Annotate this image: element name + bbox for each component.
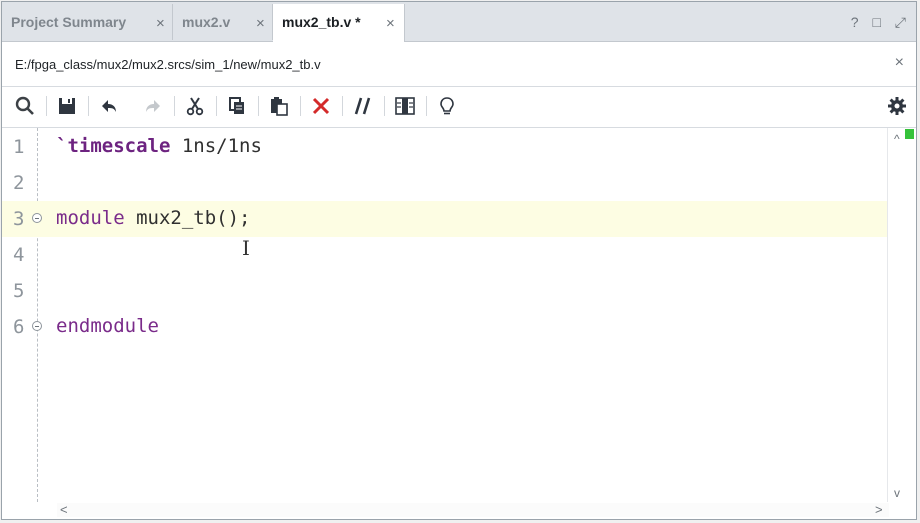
toolbar-separator [300,96,301,116]
file-path: E:/fpga_class/mux2/mux2.srcs/sim_1/new/m… [15,57,321,72]
scroll-down-icon[interactable]: v [894,486,900,500]
toolbar-separator [46,96,47,116]
toolbar-separator [426,96,427,116]
cut-icon[interactable] [184,95,206,117]
horizontal-scrollbar[interactable]: < > [2,502,916,519]
toolbar-separator [258,96,259,116]
fold-collapse-icon[interactable] [32,321,42,331]
window-controls: ? □ ⤢ [841,14,906,31]
code-line[interactable]: 4 [2,237,888,273]
tab-mux2[interactable]: mux2.v × [173,4,273,40]
toolbar-separator [216,96,217,116]
toolbar-separator [88,96,89,116]
scroll-up-icon[interactable]: ^ [894,132,900,146]
close-icon[interactable]: × [256,15,265,32]
line-number: 1 [13,136,25,158]
save-icon[interactable] [56,95,78,117]
line-number: 3 [13,208,25,230]
scroll-right-icon[interactable]: > [875,502,883,517]
copy-icon[interactable] [226,95,248,117]
toolbar-separator [342,96,343,116]
code-line[interactable]: 5 [2,273,888,309]
toolbar-separator [174,96,175,116]
code-line[interactable]: 2 [2,165,888,201]
change-marker [905,129,914,139]
code-keyword: endmodule [56,315,159,337]
fold-collapse-icon[interactable] [32,213,42,223]
search-icon[interactable] [14,95,36,117]
vertical-scrollbar[interactable]: ^ v [887,128,916,502]
tab-label: mux2.v [182,14,231,30]
file-path-bar: E:/fpga_class/mux2/mux2.srcs/sim_1/new/m… [2,42,916,87]
code-rest: mux2_tb(); [124,207,251,229]
tab-label: Project Summary [11,14,127,30]
code-text: endmodule [56,315,159,337]
comment-icon[interactable] [352,95,374,117]
toolbar [2,87,916,128]
redo-icon[interactable] [142,95,164,117]
code-text: module mux2_tb(); [56,207,250,229]
lightbulb-icon[interactable] [436,95,458,117]
line-number: 4 [13,244,25,266]
editor-window: Project Summary × mux2.v × mux2_tb.v * ×… [1,1,917,520]
restore-icon[interactable]: □ [872,14,880,30]
code-editor[interactable]: 1 `timescale 1ns/1ns 2 3 module mux2_tb(… [2,128,916,502]
maximize-icon[interactable]: ⤢ [895,14,906,30]
settings-icon[interactable] [886,95,908,117]
code-tick: ` [56,135,68,157]
code-line[interactable]: 6 endmodule [2,309,888,345]
scroll-left-icon[interactable]: < [60,502,68,517]
tab-label: mux2_tb.v * [282,14,361,30]
toolbar-separator [384,96,385,116]
code-line-current[interactable]: 3 module mux2_tb(); [2,201,888,237]
help-icon[interactable]: ? [851,14,859,30]
text-cursor-icon: I [242,236,250,260]
undo-icon[interactable] [98,95,120,117]
code-keyword: module [56,207,125,229]
code-line[interactable]: 1 `timescale 1ns/1ns [2,129,888,165]
line-number: 5 [13,280,25,302]
close-icon[interactable]: × [386,15,395,32]
close-icon[interactable]: × [895,54,904,72]
tab-bar: Project Summary × mux2.v × mux2_tb.v * ×… [2,2,916,42]
code-rest: 1ns/1ns [170,135,262,157]
line-number: 6 [13,316,25,338]
tab-project-summary[interactable]: Project Summary × [2,4,173,40]
code-text: `timescale 1ns/1ns [56,135,262,157]
close-icon[interactable]: × [156,15,165,32]
column-select-icon[interactable] [394,95,416,117]
code-keyword: timescale [67,135,171,157]
scroll-track[interactable] [57,503,889,517]
tab-mux2-tb[interactable]: mux2_tb.v * × [273,4,405,42]
delete-icon[interactable] [310,95,332,117]
line-number: 2 [13,172,25,194]
paste-icon[interactable] [268,95,290,117]
